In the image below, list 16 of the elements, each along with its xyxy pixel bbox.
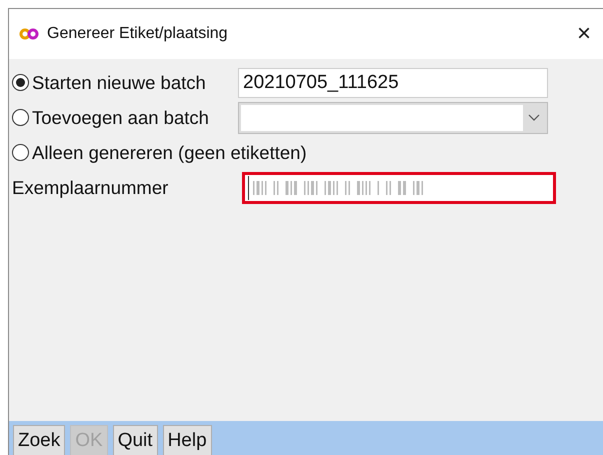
field-label: Exemplaarnummer — [12, 176, 170, 200]
caret-icon — [528, 114, 540, 122]
batch-field[interactable]: 20210705_111625 — [238, 68, 548, 98]
radio-button[interactable] — [12, 109, 29, 126]
close-button[interactable]: × — [576, 22, 591, 46]
radio-label[interactable]: Toevoegen aan batch — [32, 104, 238, 132]
radio-button[interactable] — [12, 144, 29, 161]
radio-label[interactable]: Alleen genereren (geen etiketten) — [32, 138, 307, 166]
footer-button[interactable]: Quit — [112, 425, 158, 455]
app-logo-icon — [19, 28, 39, 40]
copy-number-field[interactable] — [242, 172, 556, 204]
footer-button[interactable]: Help — [162, 425, 212, 455]
radio-button[interactable] — [12, 74, 29, 91]
window-title: Genereer Etiket/plaatsing — [47, 24, 228, 44]
footer-button[interactable]: Zoek — [13, 425, 66, 455]
radio-label[interactable]: Starten nieuwe batch — [32, 68, 238, 96]
